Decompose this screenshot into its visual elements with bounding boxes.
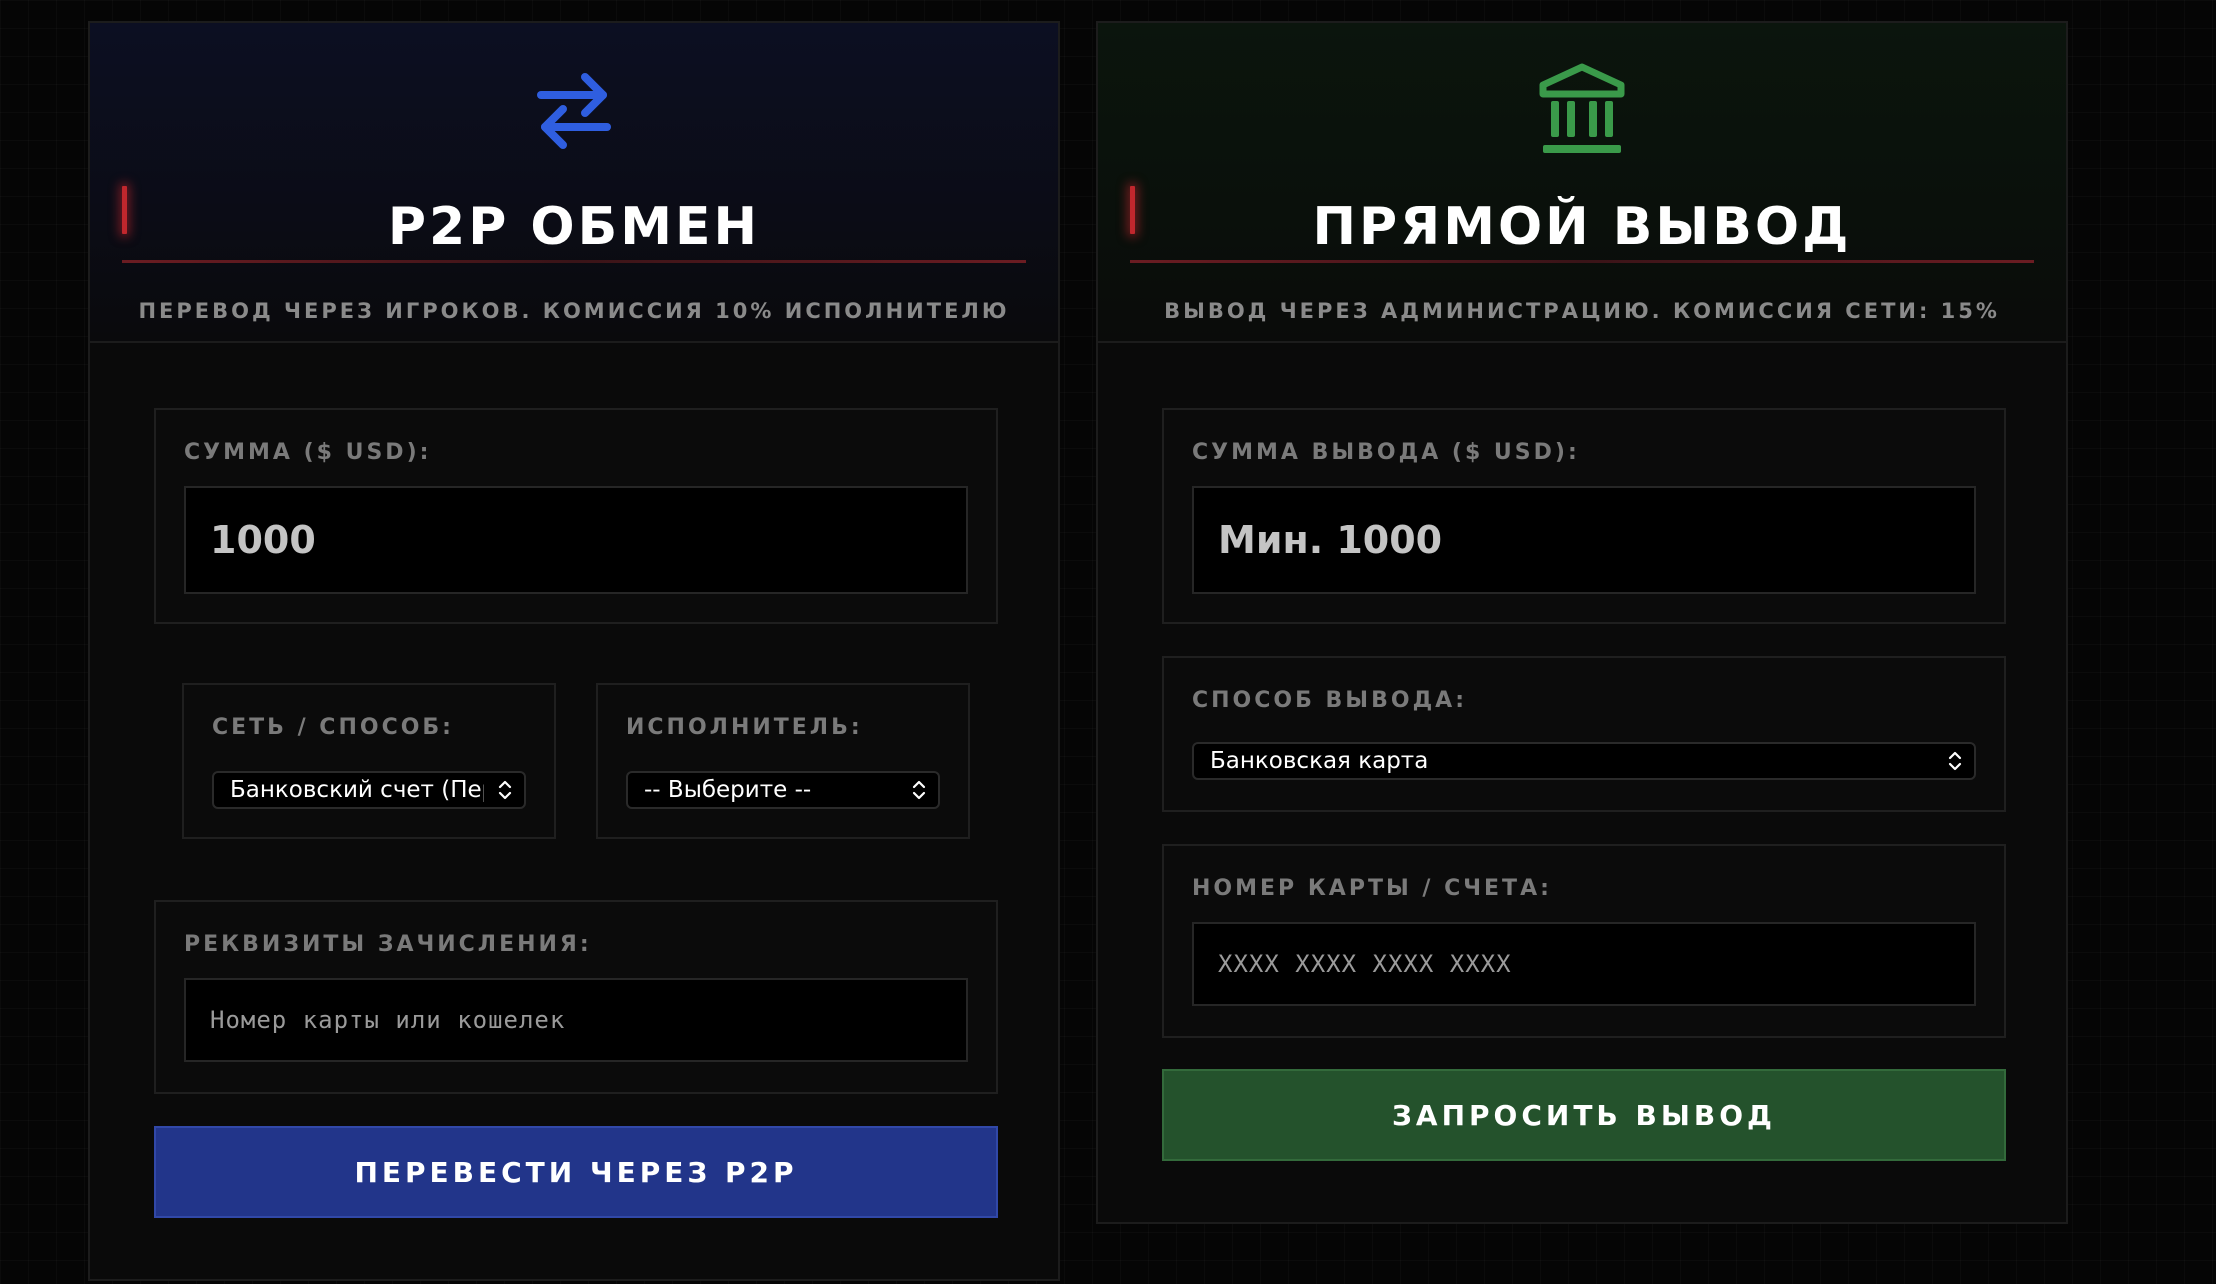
withdraw-amount-group: СУММА ВЫВОДА ($ USD): Мин. 1000: [1162, 408, 2006, 624]
network-select-value: Банковский счет (Перевод): [230, 777, 484, 803]
withdraw-method-select[interactable]: Банковская карта: [1192, 742, 1976, 780]
network-select[interactable]: Банковский счет (Перевод): [212, 771, 526, 809]
p2p-exchange-panel: P2P ОБМЕН ПЕРЕВОД ЧЕРЕЗ ИГРОКОВ. КОМИССИ…: [88, 21, 1060, 1281]
withdraw-method-label: СПОСОБ ВЫВОДА:: [1192, 688, 1467, 713]
details-input[interactable]: Номер карты или кошелек: [184, 978, 968, 1062]
arrows-exchange-icon: [537, 73, 611, 149]
panel-title: P2P ОБМЕН: [387, 197, 761, 257]
withdraw-amount-input[interactable]: Мин. 1000: [1192, 486, 1976, 594]
request-withdraw-button[interactable]: ЗАПРОСИТЬ ВЫВОД: [1162, 1069, 2006, 1161]
executor-label: ИСПОЛНИТЕЛЬ:: [626, 715, 863, 740]
details-label: РЕКВИЗИТЫ ЗАЧИСЛЕНИЯ:: [184, 932, 592, 957]
amount-value: 1000: [210, 518, 316, 562]
panel-subtitle: ПЕРЕВОД ЧЕРЕЗ ИГРОКОВ. КОМИССИЯ 10% ИСПО…: [138, 299, 1010, 323]
header-divider: [122, 260, 1026, 263]
account-placeholder: XXXX XXXX XXXX XXXX: [1218, 950, 1512, 978]
withdraw-method-value: Банковская карта: [1210, 748, 1429, 774]
withdraw-amount-placeholder: Мин. 1000: [1218, 518, 1443, 562]
panel-subtitle: ВЫВОД ЧЕРЕЗ АДМИНИСТРАЦИЮ. КОМИССИЯ СЕТИ…: [1164, 299, 2000, 323]
account-label: НОМЕР КАРТЫ / СЧЕТА:: [1192, 876, 1552, 901]
executor-select-value: -- Выберите --: [644, 777, 812, 803]
panel-title: ПРЯМОЙ ВЫВОД: [1312, 197, 1852, 257]
chevron-updown-icon: [498, 780, 512, 800]
chevron-updown-icon: [1948, 751, 1962, 771]
direct-withdraw-panel: ПРЯМОЙ ВЫВОД ВЫВОД ЧЕРЕЗ АДМИНИСТРАЦИЮ. …: [1096, 21, 2068, 1224]
withdraw-amount-label: СУММА ВЫВОДА ($ USD):: [1192, 440, 1580, 465]
amount-input[interactable]: 1000: [184, 486, 968, 594]
network-group: СЕТЬ / СПОСОБ: Банковский счет (Перевод): [182, 683, 556, 839]
amount-group: СУММА ($ USD): 1000: [154, 408, 998, 624]
header-divider: [1130, 260, 2034, 263]
details-placeholder: Номер карты или кошелек: [210, 1006, 566, 1034]
account-group: НОМЕР КАРТЫ / СЧЕТА: XXXX XXXX XXXX XXXX: [1162, 844, 2006, 1038]
withdraw-method-group: СПОСОБ ВЫВОДА: Банковская карта: [1162, 656, 2006, 812]
network-label: СЕТЬ / СПОСОБ:: [212, 715, 454, 740]
details-group: РЕКВИЗИТЫ ЗАЧИСЛЕНИЯ: Номер карты или ко…: [154, 900, 998, 1094]
p2p-transfer-button[interactable]: ПЕРЕВЕСТИ ЧЕРЕЗ P2P: [154, 1126, 998, 1218]
account-input[interactable]: XXXX XXXX XXXX XXXX: [1192, 922, 1976, 1006]
executor-group: ИСПОЛНИТЕЛЬ: -- Выберите --: [596, 683, 970, 839]
bank-icon: [1539, 63, 1625, 153]
chevron-updown-icon: [912, 780, 926, 800]
direct-panel-header: ПРЯМОЙ ВЫВОД ВЫВОД ЧЕРЕЗ АДМИНИСТРАЦИЮ. …: [1098, 23, 2066, 343]
p2p-panel-header: P2P ОБМЕН ПЕРЕВОД ЧЕРЕЗ ИГРОКОВ. КОМИССИ…: [90, 23, 1058, 343]
executor-select[interactable]: -- Выберите --: [626, 771, 940, 809]
amount-label: СУММА ($ USD):: [184, 440, 432, 465]
